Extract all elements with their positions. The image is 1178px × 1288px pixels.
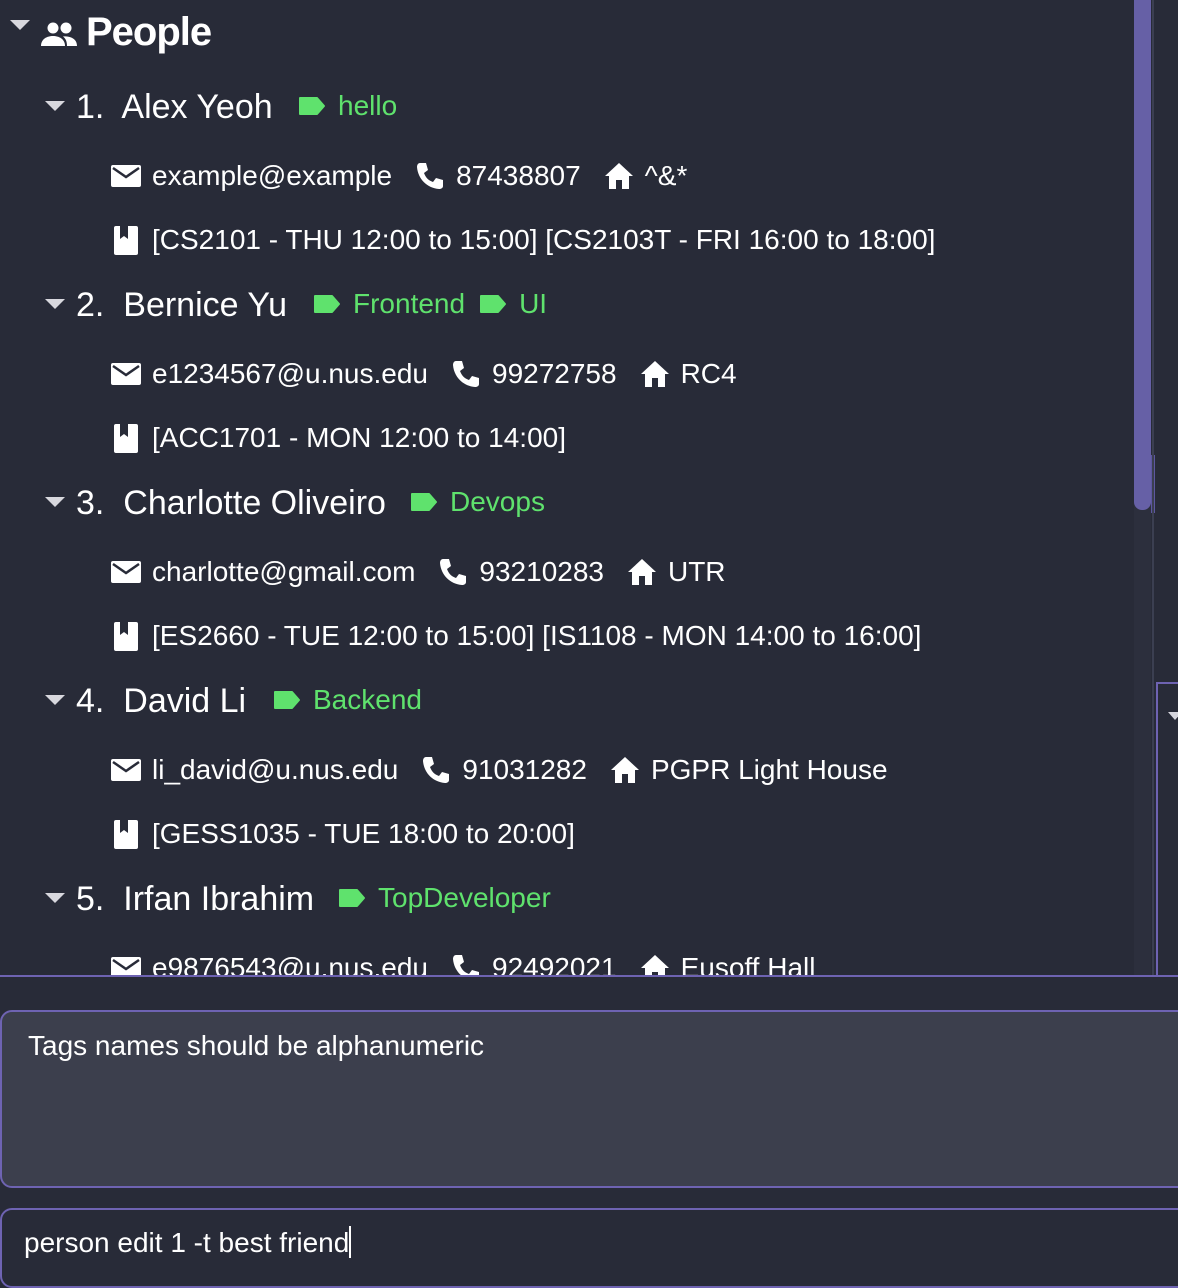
home-icon (640, 361, 669, 387)
person-name: 2. Bernice Yu (76, 286, 287, 325)
tag-list: Frontend UI (313, 287, 561, 321)
tag-list: hello (298, 89, 411, 123)
tag-icon (299, 97, 325, 115)
tag: Frontend (313, 288, 465, 320)
person-index: 1. (76, 88, 105, 126)
person-name-text: Bernice Yu (123, 286, 288, 324)
address-text: RC4 (680, 358, 737, 389)
tag-icon (274, 691, 300, 709)
tag: UI (479, 288, 547, 320)
person-name: 4. David Li (76, 682, 246, 721)
person-card[interactable]: 5. Irfan Ibrahim TopDeveloper e9876543@u… (0, 792, 1130, 977)
collapse-person-icon[interactable] (45, 497, 65, 507)
command-text: person edit 1 -t best friend (24, 1227, 350, 1258)
email-text: example@example (152, 160, 393, 191)
person-name-text: Charlotte Oliveiro (123, 484, 386, 522)
tag: hello (298, 90, 397, 122)
person-index: 4. (76, 682, 105, 720)
collapse-person-icon[interactable] (45, 299, 65, 309)
phone-icon (453, 361, 479, 387)
email-icon (111, 957, 141, 975)
panel-divider (1152, 0, 1154, 975)
command-input[interactable]: person edit 1 -t best friend (0, 1208, 1178, 1288)
phone-text: 93210283 (479, 556, 604, 587)
person-name: 3. Charlotte Oliveiro (76, 484, 386, 523)
person-name: 1. Alex Yeoh (76, 88, 273, 127)
home-icon (604, 163, 633, 189)
person-index: 5. (76, 880, 105, 918)
tag-label: Devops (450, 486, 545, 517)
email-text: li_david@u.nus.edu (152, 754, 399, 785)
tag-list: Devops (410, 485, 559, 519)
contact-row: e9876543@u.nus.edu 92492021 Eusoff Hall (110, 950, 816, 977)
collapse-person-icon[interactable] (45, 893, 65, 903)
contact-row: charlotte@gmail.com 93210283 UTR (110, 554, 726, 590)
person-card[interactable]: 4. David Li Backend li_david@u.nus.edu 9… (0, 594, 1130, 849)
home-icon (640, 955, 669, 975)
tag-list: Backend (273, 683, 436, 717)
email-icon (111, 363, 141, 385)
email-text: e1234567@u.nus.edu (152, 358, 428, 389)
phone-icon (453, 955, 479, 975)
person-list-panel[interactable]: People 1. Alex Yeoh hello example@exampl… (0, 0, 1178, 977)
person-card[interactable]: 3. Charlotte Oliveiro Devops charlotte@g… (0, 396, 1130, 651)
address-text: UTR (667, 556, 726, 587)
phone-text: 91031282 (462, 754, 587, 785)
phone-icon (440, 559, 467, 585)
side-panel-collapse-icon[interactable] (1168, 712, 1178, 720)
email-text: e9876543@u.nus.edu (152, 952, 428, 977)
person-name-text: Irfan Ibrahim (123, 880, 315, 918)
email-icon (111, 165, 141, 187)
tag-icon (411, 493, 437, 511)
contact-row: e1234567@u.nus.edu 99272758 RC4 (110, 356, 737, 392)
result-display: Tags names should be alphanumeric (0, 1010, 1178, 1188)
tag-icon (339, 889, 365, 907)
tag: Devops (410, 486, 545, 518)
email-text: charlotte@gmail.com (152, 556, 416, 587)
person-card[interactable]: 2. Bernice Yu Frontend UI e1234567@u.nus… (0, 198, 1130, 453)
person-index: 3. (76, 484, 105, 522)
phone-text: 99272758 (492, 358, 617, 389)
home-icon (627, 559, 656, 585)
phone-text: 87438807 (456, 160, 581, 191)
person-name-text: Alex Yeoh (121, 88, 273, 126)
side-panel-edge (1156, 682, 1178, 975)
email-icon (111, 759, 141, 781)
tag-label: TopDeveloper (378, 882, 551, 913)
person-name: 5. Irfan Ibrahim (76, 880, 314, 919)
person-card[interactable]: 1. Alex Yeoh hello example@example 87438… (0, 0, 1130, 255)
tag-icon (314, 295, 340, 313)
address-text: Eusoff Hall (680, 952, 816, 977)
contact-row: example@example 87438807 ^&* (110, 158, 687, 194)
address-text: PGPR Light House (650, 754, 888, 785)
email-icon (111, 561, 141, 583)
feedback-message: Tags names should be alphanumeric (28, 1030, 485, 1061)
phone-text: 92492021 (492, 952, 617, 977)
text-caret (349, 1226, 352, 1258)
scrollbar-thumb[interactable] (1134, 0, 1151, 510)
tag-icon (480, 295, 507, 313)
person-name-text: David Li (123, 682, 247, 720)
tag-label: Frontend (353, 288, 466, 319)
tag-list: TopDeveloper (338, 881, 565, 915)
tag: TopDeveloper (338, 882, 551, 914)
home-icon (610, 757, 639, 783)
tag-label: Backend (313, 684, 422, 715)
person-index: 2. (76, 286, 105, 324)
tag-label: UI (519, 288, 548, 319)
tag: Backend (273, 684, 422, 716)
phone-icon (417, 163, 444, 189)
collapse-person-icon[interactable] (45, 695, 65, 705)
collapse-person-icon[interactable] (45, 101, 65, 111)
phone-icon (423, 757, 450, 783)
tag-label: hello (338, 90, 398, 121)
contact-row: li_david@u.nus.edu 91031282 PGPR Light H… (110, 752, 888, 788)
address-text: ^&* (644, 160, 688, 191)
